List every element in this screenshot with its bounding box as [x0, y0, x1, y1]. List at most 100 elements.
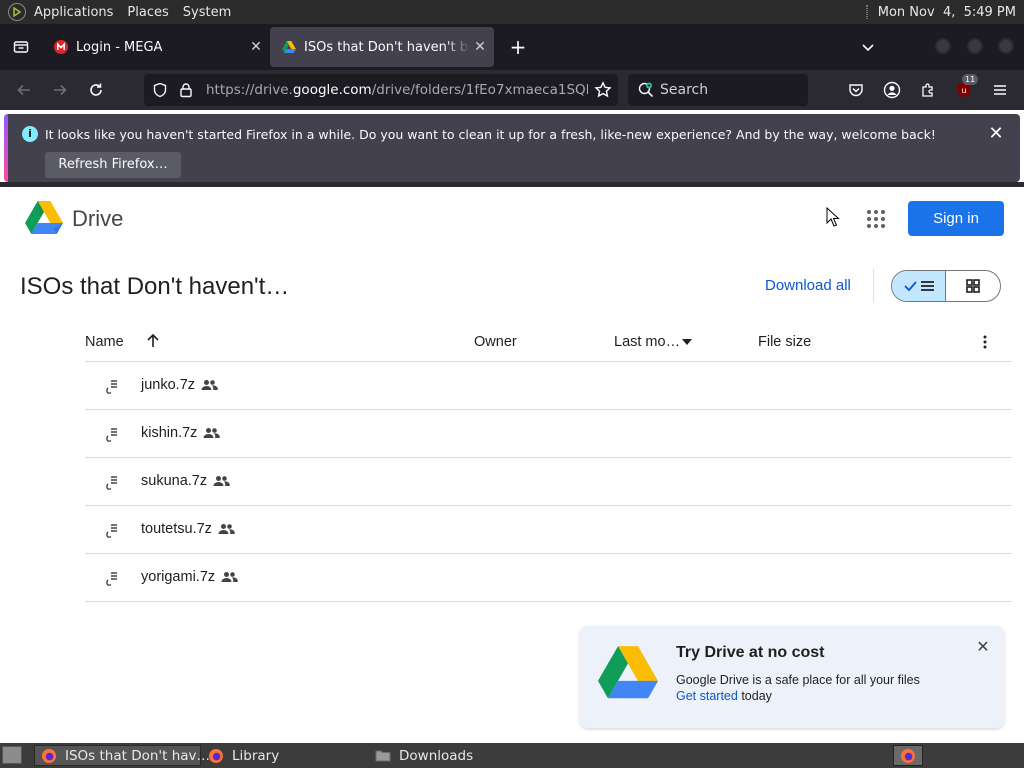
taskbar-item-drive-window[interactable]: ISOs that Don't hav…	[34, 745, 210, 766]
firefox-icon	[901, 748, 915, 763]
lock-icon[interactable]	[178, 82, 194, 98]
tab-drive-folder[interactable]: ISOs that Don't haven't been ✕	[270, 27, 494, 67]
new-tab-button[interactable]: +	[500, 29, 536, 65]
bookmark-star-icon[interactable]	[594, 81, 612, 99]
minimize-window-button[interactable]	[935, 38, 951, 54]
grid-icon	[966, 279, 980, 293]
firefox-icon	[209, 748, 223, 763]
archive-zip-file-icon	[106, 524, 117, 538]
url-text[interactable]: https://drive.google.com/drive/folders/1…	[206, 74, 588, 106]
account-icon[interactable]	[880, 78, 904, 102]
close-window-button[interactable]	[998, 38, 1014, 54]
extensions-puzzle-icon[interactable]	[916, 78, 940, 102]
shared-people-icon	[213, 476, 230, 487]
column-header-last-modified[interactable]: Last mo…	[614, 334, 680, 350]
file-row[interactable]: sukuna.7z	[85, 458, 1012, 506]
tab-login-mega[interactable]: Login - MEGA ✕	[42, 24, 270, 70]
notification-message: It looks like you haven't started Firefo…	[45, 127, 936, 142]
show-desktop-icon[interactable]	[2, 746, 22, 764]
file-name-text: kishin.7z	[141, 425, 198, 441]
drive-app-name[interactable]: Drive	[72, 206, 123, 232]
divider	[873, 269, 874, 303]
close-tab-icon[interactable]: ✕	[470, 37, 490, 57]
archive-zip-file-icon	[106, 476, 117, 490]
maximize-window-button[interactable]	[967, 38, 983, 54]
system-logo-icon[interactable]	[8, 3, 26, 21]
file-name-text: junko.7z	[141, 377, 196, 393]
sort-ascending-arrow-icon[interactable]	[145, 333, 161, 349]
places-menu[interactable]: Places	[127, 5, 168, 20]
column-header-file-size[interactable]: File size	[758, 334, 811, 350]
mega-favicon-icon	[54, 40, 68, 54]
tracking-protection-shield-icon[interactable]	[152, 82, 168, 98]
file-row[interactable]: kishin.7z	[85, 410, 1012, 458]
checkmark-list-icon	[903, 281, 934, 292]
promo-text: Google Drive is a safe place for all you…	[676, 673, 920, 687]
archive-zip-file-icon	[106, 572, 117, 586]
list-view-button[interactable]	[892, 271, 947, 301]
clock[interactable]: Mon Nov 4, 5:49 PM	[878, 5, 1016, 20]
mouse-pointer-icon	[826, 207, 840, 227]
reload-icon[interactable]	[84, 78, 108, 102]
hamburger-menu-icon[interactable]	[988, 78, 1012, 102]
file-name[interactable]: kishin.7z	[141, 425, 221, 441]
sign-in-button[interactable]: Sign in	[908, 201, 1004, 236]
tab-manager-icon	[13, 41, 29, 53]
taskbar-item-downloads[interactable]: Downloads	[369, 745, 539, 766]
caret-down-icon[interactable]	[682, 339, 692, 345]
close-tab-icon[interactable]: ✕	[246, 37, 266, 57]
column-header-owner[interactable]: Owner	[474, 334, 517, 350]
file-row[interactable]: yorigami.7z	[85, 554, 1012, 602]
file-row[interactable]: toutetsu.7z	[85, 506, 1012, 554]
search-engine-icon	[638, 82, 654, 98]
search-input[interactable]: Search	[660, 74, 708, 106]
tab-title: Login - MEGA	[76, 39, 163, 55]
shared-people-icon	[203, 428, 221, 439]
url-prefix: https://drive.	[206, 82, 293, 98]
panel-tray: Mon Nov 4, 5:49 PM	[865, 0, 1016, 24]
column-header-name[interactable]: Name	[85, 334, 124, 350]
tabs-overflow-chevron-down-icon[interactable]	[858, 37, 878, 57]
close-notification-icon[interactable]: ✕	[986, 124, 1006, 144]
taskbar-item-label: Downloads	[399, 747, 474, 764]
forward-arrow-icon[interactable]	[48, 78, 72, 102]
download-all-button[interactable]: Download all	[765, 277, 851, 294]
google-drive-favicon-icon	[282, 41, 296, 53]
grid-view-button[interactable]	[946, 271, 1000, 301]
panel-separator	[865, 5, 868, 19]
google-drive-logo-icon	[598, 646, 658, 699]
file-name[interactable]: yorigami.7z	[141, 569, 238, 585]
url-bar[interactable]: https://drive.google.com/drive/folders/1…	[144, 74, 618, 106]
search-bar[interactable]: Search	[628, 74, 808, 106]
refresh-firefox-button[interactable]: Refresh Firefox…	[45, 152, 181, 178]
top-panel: Applications Places System Mon Nov 4, 5:…	[0, 0, 1024, 24]
taskbar-item-label: Library	[232, 747, 280, 764]
system-menu[interactable]: System	[183, 5, 231, 20]
file-name[interactable]: toutetsu.7z	[141, 521, 235, 537]
close-promo-icon[interactable]: ✕	[973, 637, 993, 657]
file-name[interactable]: sukuna.7z	[141, 473, 230, 489]
google-apps-grid-icon[interactable]	[866, 209, 886, 229]
back-arrow-icon[interactable]	[12, 78, 36, 102]
refresh-firefox-notification: i It looks like you haven't started Fire…	[4, 114, 1020, 182]
shared-people-icon	[221, 572, 238, 583]
google-drive-logo-icon[interactable]	[25, 201, 63, 235]
drive-page: Drive Sign in ISOs that Don't haven't… D…	[0, 187, 1024, 743]
applications-menu[interactable]: Applications	[34, 5, 113, 20]
workspace-switcher[interactable]	[893, 745, 923, 766]
promo-cta-suffix: today	[737, 689, 772, 703]
folder-title: ISOs that Don't haven't…	[20, 273, 290, 300]
taskbar-item-library[interactable]: Library	[202, 745, 368, 766]
file-name[interactable]: junko.7z	[141, 377, 218, 393]
promo-cta: Get started today	[676, 689, 772, 703]
file-row[interactable]: junko.7z	[85, 362, 1012, 410]
more-options-vertical-dots-icon[interactable]	[982, 335, 988, 349]
get-started-link[interactable]: Get started	[676, 689, 738, 703]
pocket-icon[interactable]	[844, 78, 868, 102]
tab-title: ISOs that Don't haven't been	[304, 39, 470, 55]
shared-people-icon	[201, 380, 218, 391]
try-drive-promo-card: Try Drive at no cost Google Drive is a s…	[580, 626, 1004, 728]
list-all-tabs-button[interactable]	[0, 24, 42, 70]
file-name-text: sukuna.7z	[141, 473, 208, 489]
bottom-taskbar: ISOs that Don't hav… Library Downloads	[0, 743, 1024, 768]
